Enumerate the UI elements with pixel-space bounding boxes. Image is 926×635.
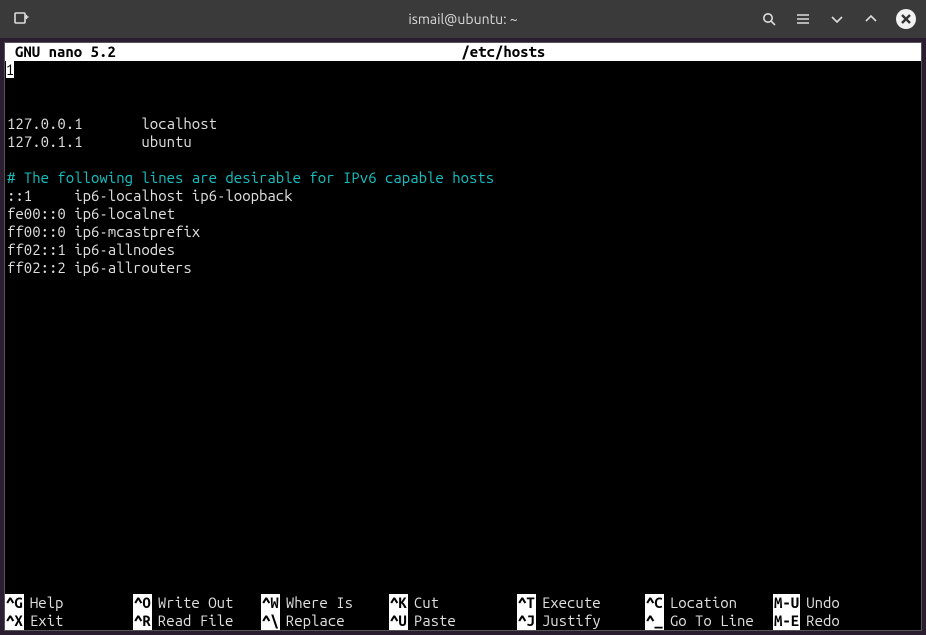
shortcut-key: ^T [517,594,536,612]
editor-line: fe00::0 ip6-localnet [5,205,921,223]
shortcut-label: Read File [158,612,234,630]
shortcut-row: ^X Exit ^R Read File ^\ Replace ^U Paste ^J Justi… [5,612,921,630]
close-icon [901,14,911,24]
hamburger-menu-icon[interactable] [794,10,812,28]
shortcut-label: Paste [414,612,456,630]
editor-line: ::1 ip6-localhost ip6-loopback [5,187,921,205]
shortcut-item: ^W Where Is [261,594,389,612]
shortcut-key: ^C [645,594,664,612]
terminal-frame: GNU nano 5.2 /etc/hosts 1 127.0.0.1 loca… [0,38,926,635]
shortcut-label: Go To Line [670,612,754,630]
shortcut-item: ^U Paste [389,612,517,630]
editor-area[interactable]: 1 127.0.0.1 localhost127.0.1.1 ubuntu # T… [5,61,921,594]
window-titlebar: ismail@ubuntu: ~ [0,0,926,38]
shortcut-label: Replace [286,612,345,630]
shortcut-label: Exit [30,612,64,630]
shortcut-item: ^C Location [645,594,773,612]
shortcut-item: M-E Redo [773,612,883,630]
editor-line: ff02::1 ip6-allnodes [5,241,921,259]
nano-shortcut-bar: ^G Help ^O Write Out ^W Where Is ^K Cut ^T Execut… [5,594,921,630]
text-cursor: 1 [6,61,14,78]
minimize-icon[interactable] [828,10,846,28]
shortcut-key: M-E [773,612,800,630]
shortcut-key: ^\ [261,612,280,630]
shortcut-key: M-U [773,594,800,612]
shortcut-label: Cut [414,594,439,612]
nano-filename: /etc/hosts [461,43,545,61]
shortcut-label: Execute [542,594,601,612]
shortcut-key: ^G [5,594,24,612]
shortcut-item: ^T Execute [517,594,645,612]
shortcut-item: ^O Write Out [133,594,261,612]
terminal[interactable]: GNU nano 5.2 /etc/hosts 1 127.0.0.1 loca… [4,42,922,631]
shortcut-item: ^K Cut [389,594,517,612]
shortcut-label: Undo [806,594,840,612]
editor-line: ff02::2 ip6-allrouters [5,259,921,277]
new-tab-icon[interactable] [12,10,30,28]
shortcut-label: Write Out [158,594,234,612]
shortcut-label: Where Is [286,594,353,612]
shortcut-key: ^O [133,594,152,612]
maximize-icon[interactable] [862,10,880,28]
search-icon[interactable] [760,10,778,28]
shortcut-key: ^J [517,612,536,630]
shortcut-key: ^W [261,594,280,612]
shortcut-label: Redo [806,612,840,630]
shortcut-label: Justify [542,612,601,630]
shortcut-item: ^X Exit [5,612,133,630]
shortcut-key: ^R [133,612,152,630]
shortcut-item: ^R Read File [133,612,261,630]
editor-line: 127.0.0.1 localhost [5,115,921,133]
shortcut-key: ^X [5,612,24,630]
editor-line: ff00::0 ip6-mcastprefix [5,223,921,241]
shortcut-item: ^\ Replace [261,612,389,630]
editor-line: 127.0.1.1 ubuntu [5,133,921,151]
editor-line [5,151,921,169]
shortcut-item: ^G Help [5,594,133,612]
shortcut-key: ^_ [645,612,664,630]
editor-line: # The following lines are desirable for … [5,169,921,187]
shortcut-key: ^U [389,612,408,630]
close-button[interactable] [896,9,916,29]
shortcut-item: ^_ Go To Line [645,612,773,630]
shortcut-label: Help [30,594,64,612]
nano-app-label: GNU nano 5.2 [15,43,120,61]
shortcut-item: M-U Undo [773,594,883,612]
shortcut-row: ^G Help ^O Write Out ^W Where Is ^K Cut ^T Execut… [5,594,921,612]
shortcut-key: ^K [389,594,408,612]
shortcut-label: Location [670,594,737,612]
nano-titlebar: GNU nano 5.2 /etc/hosts [5,43,921,61]
shortcut-item: ^J Justify [517,612,645,630]
